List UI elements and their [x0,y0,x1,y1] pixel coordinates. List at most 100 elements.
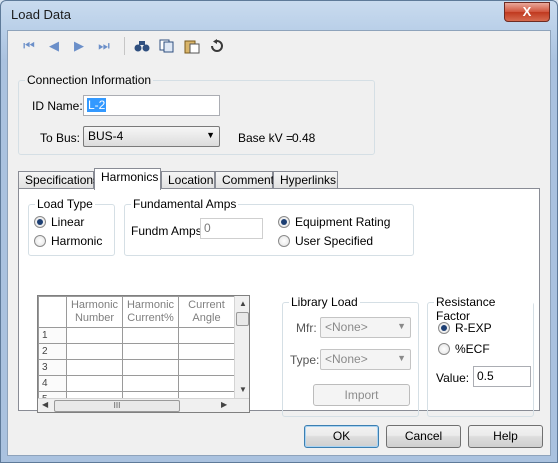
fundamental-amps-group: Fundamental Amps Fundm Amps: 0 Equipment… [124,197,414,256]
previous-record-icon[interactable]: ◀ [43,35,65,57]
grid-cell[interactable] [178,343,235,360]
grid-cell[interactable] [122,343,179,360]
mfr-select[interactable]: <None> ▼ [320,317,411,338]
resistance-value-input[interactable]: 0.5 [473,366,531,387]
radio-dot [438,343,450,355]
horizontal-scroll-thumb[interactable]: III [54,400,180,412]
chevron-down-icon: ▼ [397,321,406,331]
table-row: 4 [38,375,235,392]
radio-dot [34,235,46,247]
tab-comments[interactable]: Comments [215,171,280,189]
type-select[interactable]: <None> ▼ [320,349,411,370]
scroll-left-icon[interactable]: ◀ [42,400,48,409]
radio-user-specified[interactable]: User Specified [278,234,373,248]
grid-cell[interactable] [122,359,179,376]
grid-cell[interactable] [66,327,123,344]
library-load-title: Library Load [289,295,360,309]
paste-icon[interactable] [181,35,203,57]
undo-icon[interactable] [206,35,228,57]
grid-horizontal-scrollbar[interactable]: ◀ III ▶ [38,398,249,412]
radio-label: Harmonic [51,234,103,248]
to-bus-select[interactable]: BUS-4 ▼ [83,126,220,147]
vertical-scroll-thumb[interactable] [236,312,249,326]
connection-information-title: Connection Information [25,73,154,87]
radio-dot [278,235,290,247]
to-bus-value: BUS-4 [88,129,124,143]
toolbar-separator [124,37,125,55]
find-icon[interactable] [131,35,153,57]
radio-label: %ECF [455,342,490,356]
grid-cell[interactable] [178,327,235,344]
title-bar: Load Data X [1,1,557,29]
to-bus-label: To Bus: [40,131,81,145]
value-label: Value: [436,371,470,385]
column-harmonic-current[interactable]: Harmonic Current% [122,296,179,328]
grid-cell[interactable] [178,375,235,392]
last-record-icon[interactable]: ⏭ [93,35,115,57]
row-header: 1 [38,327,67,344]
radio-linear[interactable]: Linear [34,215,84,229]
help-button[interactable]: Help [468,425,543,448]
grid-corner [38,296,67,328]
dialog-body: ⏮ ◀ ▶ ⏭ Connection Information ID Name: … [7,30,551,456]
mfr-label: Mfr: [296,321,317,335]
column-harmonic-number[interactable]: Harmonic Number [66,296,123,328]
close-button[interactable]: X [504,2,550,22]
grid-vertical-scrollbar[interactable]: ▲ ▼ [234,296,249,398]
fundm-amps-label: Fundm Amps: [131,224,206,238]
grid-cell[interactable] [122,375,179,392]
radio-equipment-rating[interactable]: Equipment Rating [278,215,390,229]
radio-dot [34,216,46,228]
column-current-angle[interactable]: Current Angle [178,296,235,328]
base-kv-value: 0.48 [292,131,316,145]
fundm-amps-input[interactable]: 0 [200,218,263,239]
ok-button[interactable]: OK [304,425,379,448]
grid-cell[interactable] [122,327,179,344]
type-value: <None> [325,352,368,366]
tab-location[interactable]: Location [161,171,215,189]
radio-dot [278,216,290,228]
radio-label: Linear [51,215,85,229]
fundamental-amps-title: Fundamental Amps [131,197,239,211]
radio-ecf[interactable]: %ECF [438,342,490,356]
grid-cell[interactable] [178,359,235,376]
harmonics-panel: Load Type Linear Harmonic Fundamental Am… [18,188,540,417]
table-row: 3 [38,359,235,376]
cancel-button[interactable]: Cancel [386,425,461,448]
grid-cell[interactable] [66,343,123,360]
tab-hyperlinks[interactable]: Hyperlinks [273,171,338,189]
scroll-up-icon[interactable]: ▲ [239,299,247,308]
harmonic-table: Harmonic Number Harmonic Current% Curren… [38,296,235,412]
row-header: 3 [38,359,67,376]
next-record-icon[interactable]: ▶ [68,35,90,57]
connection-information-group: Connection Information ID Name: L-2 To B… [18,73,375,155]
row-header: 2 [38,343,67,360]
scroll-down-icon[interactable]: ▼ [239,385,247,394]
radio-label: User Specified [295,234,374,248]
id-name-input[interactable]: L-2 [83,95,220,116]
load-type-title: Load Type [35,197,95,211]
scroll-right-icon[interactable]: ▶ [221,400,227,409]
radio-label: Equipment Rating [295,215,391,229]
id-name-label: ID Name: [32,99,83,113]
first-record-icon[interactable]: ⏮ [18,35,40,57]
row-header: 4 [38,375,67,392]
window-title: Load Data [11,7,71,22]
grid-cell[interactable] [66,375,123,392]
copy-icon[interactable] [156,35,178,57]
tab-harmonics[interactable]: Harmonics [94,168,161,190]
radio-harmonic[interactable]: Harmonic [34,234,102,248]
resistance-factor-title: Resistance Factor [434,295,533,323]
import-button[interactable]: Import [313,384,410,406]
radio-r-exp[interactable]: R-EXP [438,321,492,335]
grid-header-row: Harmonic Number Harmonic Current% Curren… [38,296,235,328]
harmonic-spectrum-grid[interactable]: Harmonic Number Harmonic Current% Curren… [37,295,250,413]
library-load-group: Library Load Mfr: <None> ▼ Type: <None> … [282,295,419,417]
tab-specifications[interactable]: Specifications [18,171,99,189]
chevron-down-icon: ▼ [206,130,215,140]
toolbar: ⏮ ◀ ▶ ⏭ [18,35,231,57]
load-type-group: Load Type Linear Harmonic [28,197,115,256]
radio-dot [438,322,450,334]
chevron-down-icon: ▼ [397,353,406,363]
grid-cell[interactable] [66,359,123,376]
